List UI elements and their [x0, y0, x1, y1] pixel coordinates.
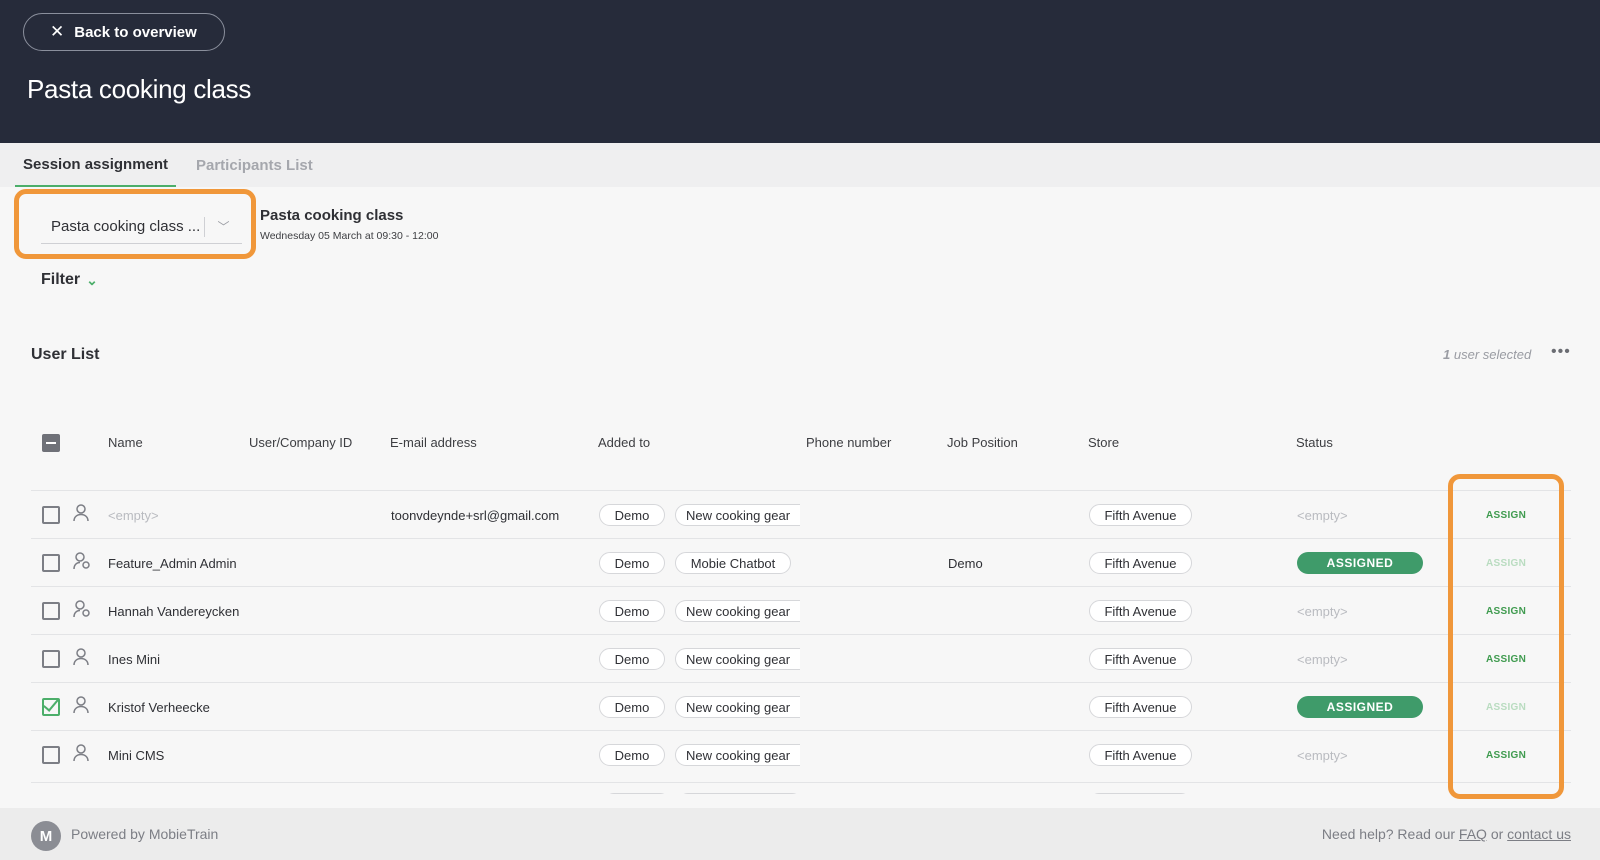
- cell-name: Mini CMS: [108, 747, 165, 763]
- user-icon: [73, 504, 91, 524]
- more-options-icon[interactable]: •••: [1551, 343, 1571, 361]
- row-checkbox[interactable]: [42, 506, 60, 524]
- column-header-store[interactable]: Store: [1088, 435, 1119, 450]
- row-checkbox[interactable]: [42, 650, 60, 668]
- footer: M Powered by MobieTrain Need help? Read …: [0, 808, 1600, 860]
- back-to-overview-label: Back to overview: [74, 23, 197, 41]
- powered-by-text: Powered by MobieTrain: [71, 826, 219, 842]
- store-tag: Fifth Avenue: [1089, 648, 1192, 670]
- column-header-status[interactable]: Status: [1296, 435, 1333, 450]
- cell-name: <empty>: [108, 507, 159, 523]
- column-header-name[interactable]: Name: [108, 435, 143, 450]
- added-to-tag: New cooking gear: [675, 648, 800, 670]
- user-icon: [73, 648, 91, 668]
- filter-toggle[interactable]: Filter ⌄: [41, 271, 98, 289]
- cell-status: <empty>: [1297, 603, 1348, 619]
- help-prefix: Need help? Read our: [1321, 826, 1456, 842]
- cell-status: <empty>: [1297, 651, 1348, 667]
- added-to-tag: New cooking gear: [675, 696, 800, 718]
- added-to-tag: Demo: [599, 744, 665, 766]
- row-checkbox[interactable]: [42, 602, 60, 620]
- tab-bar: Session assignment Participants List: [0, 143, 1600, 187]
- cell-email: toonvdeynde+srl@gmail.com: [391, 507, 560, 523]
- column-header-job-position[interactable]: Job Position: [947, 435, 1018, 450]
- row-checkbox[interactable]: [42, 698, 60, 716]
- store-tag: Fifth Avenue: [1089, 696, 1192, 718]
- added-to-tag: New cooking gear: [675, 600, 800, 622]
- faq-link[interactable]: FAQ: [1459, 826, 1487, 842]
- selected-count: 1 user selected: [1443, 347, 1531, 362]
- column-header-email[interactable]: E-mail address: [390, 435, 477, 450]
- store-tag: Fifth Avenue: [1089, 600, 1192, 622]
- tab-session-assignment[interactable]: Session assignment: [15, 143, 177, 187]
- chevron-down-icon[interactable]: ﹀: [205, 218, 242, 235]
- assigned-status-badge: ASSIGNED: [1297, 552, 1423, 574]
- row-checkbox[interactable]: [42, 746, 60, 764]
- session-select-value: Pasta cooking class ...: [51, 218, 201, 235]
- user-icon: [73, 696, 91, 716]
- help-or: or: [1490, 826, 1504, 842]
- table-row[interactable]: Feature_Admin Admin Demo Mobie Chatbot Demo…: [31, 538, 1571, 586]
- table-row[interactable]: Ines Mini Demo New cooking gear Fifth Avenu…: [31, 634, 1571, 682]
- back-to-overview-button[interactable]: ✕ Back to overview: [23, 13, 225, 51]
- filter-label: Filter: [41, 271, 81, 288]
- admin-user-icon: [73, 600, 91, 620]
- column-header-added-to[interactable]: Added to: [598, 435, 650, 450]
- session-date: Wednesday 05 March at 09:30 - 12:00: [260, 230, 439, 242]
- cell-status: <empty>: [1297, 507, 1348, 523]
- close-icon: ✕: [50, 22, 65, 41]
- column-header-user-id[interactable]: User/Company ID: [249, 435, 352, 450]
- added-to-tag: Mobie Chatbot: [675, 552, 791, 574]
- added-to-tag: Demo: [599, 696, 665, 718]
- added-to-tag: New cooking gear: [675, 504, 800, 526]
- select-all-checkbox[interactable]: [42, 434, 60, 452]
- table-row[interactable]: Hannah Vandereycken Demo New cooking gear F…: [31, 586, 1571, 634]
- added-to-tag: Demo: [599, 648, 665, 670]
- session-title: Pasta cooking class: [260, 207, 404, 224]
- admin-user-icon: [73, 552, 91, 572]
- selected-count-number: 1: [1443, 347, 1451, 362]
- cell-name: Kristof Verheecke: [108, 699, 210, 715]
- table-row[interactable]: <empty> toonvdeynde+srl@gmail.com Demo New …: [31, 490, 1571, 538]
- user-list-title: User List: [31, 346, 100, 363]
- added-to-tag: Demo: [599, 552, 665, 574]
- contact-us-link[interactable]: contact us: [1507, 826, 1571, 842]
- added-to-tag: New cooking gear: [675, 744, 800, 766]
- page-header: ✕ Back to overview Pasta cooking class: [0, 0, 1600, 143]
- store-tag: Fifth Avenue: [1089, 552, 1192, 574]
- row-checkbox[interactable]: [42, 554, 60, 572]
- page-title: Pasta cooking class: [27, 74, 252, 104]
- chevron-down-icon: ⌄: [86, 271, 98, 288]
- user-icon: [73, 744, 91, 764]
- cell-name: Feature_Admin Admin: [108, 555, 237, 571]
- cell-name: Ines Mini: [108, 651, 161, 667]
- cell-status: <empty>: [1297, 747, 1348, 763]
- tab-participants-list[interactable]: Participants List: [196, 143, 313, 187]
- table-row-partial: [31, 782, 1571, 794]
- added-to-tag: Demo: [599, 504, 665, 526]
- mobietrain-logo: M: [31, 821, 61, 851]
- selected-count-suffix: user selected: [1453, 347, 1532, 362]
- cell-job-position: Demo: [948, 555, 983, 571]
- cell-name: Hannah Vandereycken: [108, 603, 240, 619]
- store-tag: Fifth Avenue: [1089, 744, 1192, 766]
- added-to-tag: Demo: [599, 600, 665, 622]
- column-header-phone[interactable]: Phone number: [806, 435, 891, 450]
- session-select[interactable]: Pasta cooking class ... ﹀: [41, 210, 242, 244]
- store-tag: Fifth Avenue: [1089, 504, 1192, 526]
- table-row[interactable]: Kristof Verheecke Demo New cooking gear Fif…: [31, 682, 1571, 730]
- help-text: Need help? Read our FAQ or contact us: [1322, 826, 1571, 842]
- highlight-box-assign-column: [1448, 474, 1564, 799]
- table-row[interactable]: Mini CMS Demo New cooking gear Fifth Avenue…: [31, 730, 1571, 778]
- assigned-status-badge: ASSIGNED: [1297, 696, 1423, 718]
